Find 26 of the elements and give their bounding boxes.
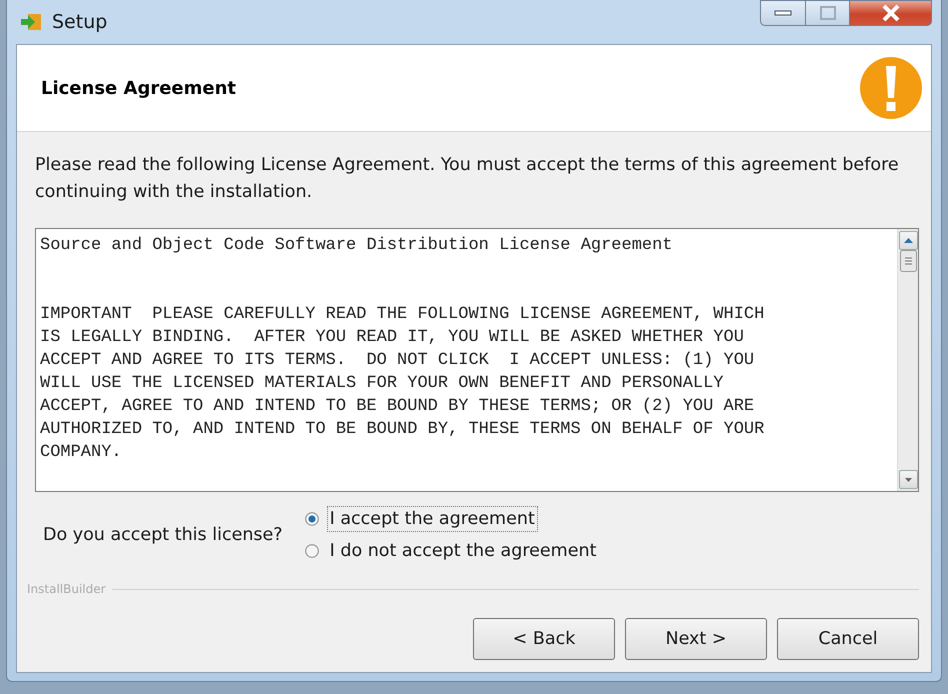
next-button[interactable]: Next > — [625, 618, 767, 660]
maximize-button[interactable] — [806, 0, 850, 26]
window-title: Setup — [52, 11, 108, 33]
question-label: Do you accept this license? — [43, 525, 283, 545]
radio-label[interactable]: I accept the agreement — [326, 506, 538, 532]
radio-label[interactable]: I do not accept the agreement — [326, 538, 600, 564]
scrollbar[interactable] — [897, 229, 918, 491]
radio-button[interactable] — [304, 544, 319, 558]
license-textbox[interactable] — [35, 228, 919, 492]
minimize-icon — [774, 10, 792, 16]
back-button[interactable]: < Back — [473, 618, 615, 660]
setup-icon — [20, 12, 42, 32]
page-title: License Agreement — [41, 78, 236, 98]
maximize-icon — [820, 6, 836, 20]
warning-icon — [859, 56, 923, 120]
scroll-up-icon[interactable] — [898, 231, 918, 250]
close-button[interactable] — [850, 0, 932, 26]
cancel-button[interactable]: Cancel — [777, 618, 919, 660]
close-icon — [880, 4, 900, 22]
instruction-text: Please read the following License Agreement. You must accept the terms of this agreement before continuing with the installation. — [35, 154, 900, 204]
minimize-button[interactable] — [760, 0, 806, 26]
scroll-down-icon[interactable] — [898, 470, 918, 489]
license-text: Source and Object Code Software Distribution License Agreement IMPORTANT PLEASE CAREFULLY READ THE FOLLOWING LICENSE AGREEMENT, WHICH IS LEGALLY BINDING. AFTER YOU READ IT, YOU WILL BE ASKED WHETHER YOU ACCEPT AND AGREE TO ITS TERMS. DO NOT CLICK I ACCEPT UNLESS: (1) YOU WILL USE THE LICENSED MATERIALS FOR YOUR OWN BENEFIT AND PERSONALLY ACCEPT, AGREE TO AND INTEND TO BE BOUND BY THESE TERMS; OR (2) YOU ARE AUTHORIZED TO, AND INTEND TO BE BOUND BY, THESE TERMS ON BEHALF OF YOUR COMPANY. — [39, 235, 766, 464]
scroll-thumb[interactable] — [900, 250, 916, 272]
radio-button[interactable] — [304, 512, 319, 526]
brand-label: InstallBuilder — [27, 582, 106, 596]
